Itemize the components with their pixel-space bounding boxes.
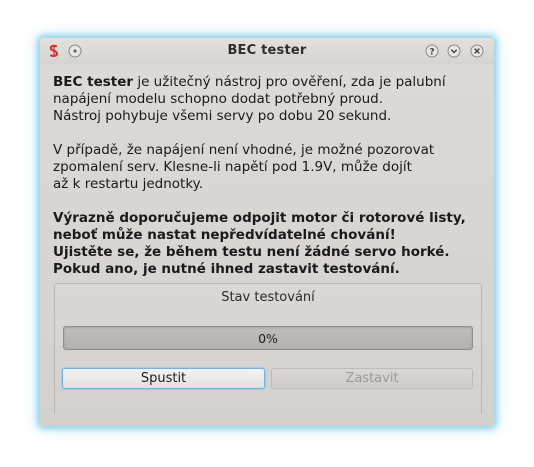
description-text: BEC tester je užitečný nástroj pro ověře… [53,74,483,278]
minimize-icon[interactable] [447,43,461,58]
intro-line-1-rest: je užitečný nástroj pro ověření, zda je … [133,74,446,90]
title-bar[interactable]: BEC tester ? [40,38,494,64]
warning-line-3: Ujistěte se, že během testu není žádné s… [53,244,450,260]
group-title: Stav testování [221,290,315,305]
app-name-bold: BEC tester [53,74,134,90]
svg-text:?: ? [429,48,434,58]
intro-line-1: BEC tester je užitečný nástroj pro ověře… [53,74,483,91]
info-line-1: V případě, že napájení není vhodné, je m… [53,142,435,158]
bec-tester-window: BEC tester ? BEC tester je užitečný nást… [40,38,494,426]
intro-line-3: Nástroj pohybuje všemi servy po dobu 20 … [53,108,392,124]
progress-text: 0% [258,331,278,346]
warning-line-1: Výrazně doporučujeme odpojit motor či ro… [53,210,466,226]
close-icon[interactable] [470,43,484,58]
intro-paragraph: BEC tester je užitečný nástroj pro ověře… [53,74,483,125]
stop-button[interactable]: Zastavit [271,368,473,389]
help-icon[interactable]: ? [425,43,439,58]
info-line-2: zpomalení serv. Klesne-li napětí pod 1.9… [53,159,412,175]
test-progress-bar: 0% [63,326,473,350]
warning-paragraph: Výrazně doporučujeme odpojit motor či ro… [53,210,483,278]
test-status-group: Stav testování 0% Spustit Zastavit [54,283,482,414]
warning-line-4: Pokud ano, je nutné ihned zastavit testo… [53,261,400,277]
warning-line-2: neboť může nastat nepředvídatelné chován… [53,227,396,243]
info-paragraph: V případě, že napájení není vhodné, je m… [53,142,483,193]
intro-line-2: napájení modelu schopno dodat potřebný p… [53,91,383,107]
start-button[interactable]: Spustit [62,368,265,389]
info-line-3: až k restartu jednotky. [53,176,204,192]
